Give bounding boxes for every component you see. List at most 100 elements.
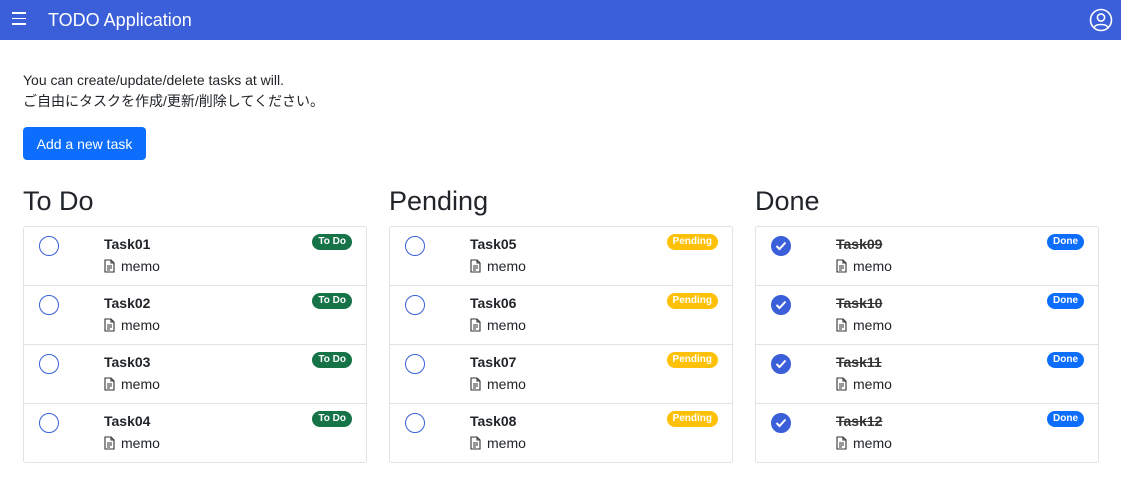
account-circle-icon[interactable] [1089, 8, 1113, 32]
checked-circle-icon[interactable] [771, 236, 791, 256]
memo-row: memo [104, 435, 160, 451]
unchecked-circle-icon[interactable] [405, 295, 425, 315]
task-name[interactable]: Task08 [470, 413, 516, 429]
task-name[interactable]: Task09 [836, 236, 882, 252]
memo-text: memo [121, 435, 160, 451]
document-icon [470, 436, 481, 450]
memo-text: memo [121, 376, 160, 392]
add-task-button[interactable]: Add a new task [23, 127, 146, 160]
checked-circle-icon[interactable] [771, 413, 791, 433]
status-badge: Pending [666, 411, 718, 427]
memo-text: memo [487, 435, 526, 451]
task-item[interactable]: Task09 Done memo [756, 227, 1098, 286]
status-badge: Done [1047, 293, 1084, 309]
checked-circle-icon[interactable] [771, 354, 791, 374]
navbar: TODO Application [0, 0, 1121, 40]
unchecked-circle-icon[interactable] [39, 413, 59, 433]
status-badge: To Do [312, 411, 352, 427]
checked-circle-icon[interactable] [771, 295, 791, 315]
intro-line-en: You can create/update/delete tasks at wi… [23, 72, 284, 88]
document-icon [836, 377, 847, 391]
task-list: Task01 To Do memo Task02 To Do memo Task03 To D… [23, 226, 367, 463]
status-badge: Pending [666, 293, 718, 309]
memo-row: memo [470, 376, 526, 392]
task-item[interactable]: Task02 To Do memo [24, 286, 366, 345]
task-item[interactable]: Task03 To Do memo [24, 345, 366, 404]
unchecked-circle-icon[interactable] [405, 236, 425, 256]
memo-row: memo [104, 317, 160, 333]
column-title: Pending [389, 186, 489, 216]
task-name[interactable]: Task01 [104, 236, 150, 252]
document-icon [470, 259, 481, 273]
intro-line-ja: ご自由にタスクを作成/更新/削除してください。 [23, 93, 324, 109]
task-item[interactable]: Task07 Pending memo [390, 345, 732, 404]
memo-row: memo [104, 258, 160, 274]
task-name[interactable]: Task05 [470, 236, 516, 252]
memo-text: memo [487, 317, 526, 333]
document-icon [104, 259, 115, 273]
task-item[interactable]: Task12 Done memo [756, 404, 1098, 462]
task-item[interactable]: Task06 Pending memo [390, 286, 732, 345]
unchecked-circle-icon[interactable] [39, 236, 59, 256]
column-title: To Do [23, 186, 94, 216]
memo-row: memo [836, 376, 892, 392]
status-badge: To Do [312, 293, 352, 309]
status-badge: To Do [312, 352, 352, 368]
status-badge: Done [1047, 352, 1084, 368]
task-name[interactable]: Task06 [470, 295, 516, 311]
document-icon [104, 436, 115, 450]
memo-row: memo [836, 258, 892, 274]
status-badge: To Do [312, 234, 352, 250]
menu-icon[interactable] [12, 12, 26, 26]
unchecked-circle-icon[interactable] [39, 295, 59, 315]
column-done: Done Task09 Done memo Task10 Done memo Task11 D… [755, 182, 1099, 463]
memo-text: memo [853, 317, 892, 333]
memo-text: memo [853, 376, 892, 392]
status-badge: Done [1047, 411, 1084, 427]
task-name[interactable]: Task07 [470, 354, 516, 370]
task-item[interactable]: Task10 Done memo [756, 286, 1098, 345]
task-item[interactable]: Task08 Pending memo [390, 404, 732, 462]
task-name[interactable]: Task02 [104, 295, 150, 311]
memo-row: memo [470, 435, 526, 451]
task-item[interactable]: Task11 Done memo [756, 345, 1098, 404]
memo-text: memo [853, 258, 892, 274]
memo-row: memo [836, 435, 892, 451]
document-icon [836, 318, 847, 332]
intro-text: You can create/update/delete tasks at wi… [23, 70, 324, 112]
task-name[interactable]: Task11 [836, 354, 882, 370]
memo-row: memo [836, 317, 892, 333]
status-badge: Done [1047, 234, 1084, 250]
memo-row: memo [470, 317, 526, 333]
document-icon [836, 436, 847, 450]
task-item[interactable]: Task05 Pending memo [390, 227, 732, 286]
app-title: TODO Application [48, 10, 192, 30]
document-icon [104, 318, 115, 332]
task-item[interactable]: Task04 To Do memo [24, 404, 366, 462]
task-item[interactable]: Task01 To Do memo [24, 227, 366, 286]
task-name[interactable]: Task10 [836, 295, 882, 311]
status-badge: Pending [666, 352, 718, 368]
task-list: Task09 Done memo Task10 Done memo Task11 Done me… [755, 226, 1099, 463]
memo-text: memo [487, 376, 526, 392]
memo-row: memo [104, 376, 160, 392]
task-name[interactable]: Task03 [104, 354, 150, 370]
document-icon [104, 377, 115, 391]
unchecked-circle-icon[interactable] [405, 354, 425, 374]
column-todo: To Do Task01 To Do memo Task02 To Do memo Task… [23, 182, 367, 463]
memo-text: memo [121, 317, 160, 333]
unchecked-circle-icon[interactable] [405, 413, 425, 433]
memo-text: memo [121, 258, 160, 274]
task-list: Task05 Pending memo Task06 Pending memo Task07… [389, 226, 733, 463]
task-name[interactable]: Task12 [836, 413, 882, 429]
document-icon [836, 259, 847, 273]
memo-text: memo [853, 435, 892, 451]
memo-text: memo [487, 258, 526, 274]
document-icon [470, 377, 481, 391]
column-pending: Pending Task05 Pending memo Task06 Pending me… [389, 182, 733, 463]
unchecked-circle-icon[interactable] [39, 354, 59, 374]
memo-row: memo [470, 258, 526, 274]
document-icon [470, 318, 481, 332]
task-name[interactable]: Task04 [104, 413, 150, 429]
status-badge: Pending [666, 234, 718, 250]
